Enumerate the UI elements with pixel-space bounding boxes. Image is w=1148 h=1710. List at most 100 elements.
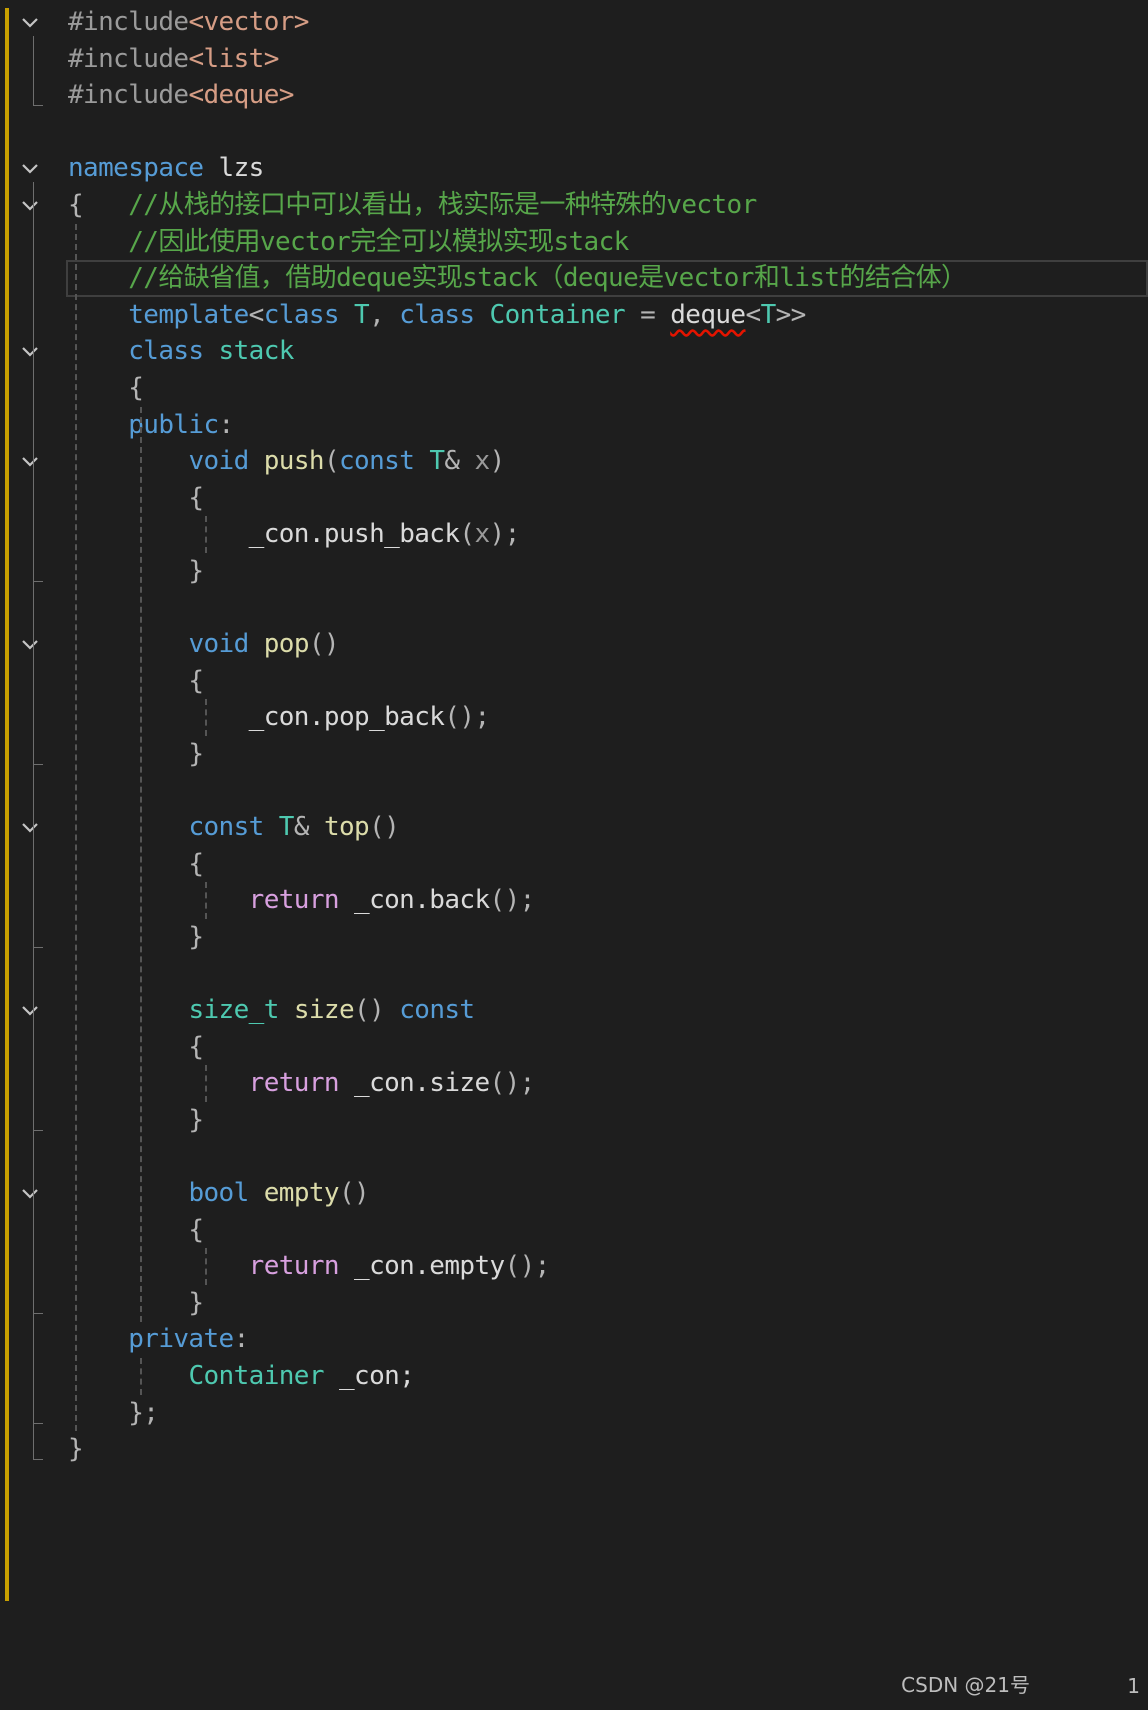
code-editor[interactable]: #include<vector> #include<list> #include<d… <box>0 0 1148 1710</box>
fold-chevron-icon[interactable] <box>20 1184 40 1204</box>
code-line[interactable]: { <box>68 846 1148 883</box>
code-token: { <box>68 665 204 696</box>
code-line[interactable] <box>68 114 1148 151</box>
code-line[interactable]: { <box>68 480 1148 517</box>
code-token: } <box>68 1434 84 1465</box>
code-token: } <box>68 1287 204 1318</box>
code-line[interactable]: Container _con; <box>68 1358 1148 1395</box>
code-line[interactable]: #include<deque> <box>68 77 1148 114</box>
fold-region-line <box>33 36 34 106</box>
code-line[interactable]: } <box>68 553 1148 590</box>
code-token: size <box>278 995 355 1026</box>
code-token: () <box>369 812 400 843</box>
code-token: ); <box>489 519 521 550</box>
code-area[interactable]: #include<vector> #include<list> #include<d… <box>66 4 1148 1468</box>
fold-chevron-icon[interactable] <box>20 452 40 472</box>
code-line[interactable]: #include<vector> <box>68 4 1148 41</box>
code-line[interactable]: { //从栈的接口中可以看出，栈实际是一种特殊的vector <box>68 187 1148 224</box>
code-token: deque <box>670 299 746 330</box>
code-line[interactable] <box>68 772 1148 809</box>
code-line[interactable]: void pop() <box>68 626 1148 663</box>
code-line[interactable]: return _con.empty(); <box>68 1248 1148 1285</box>
code-line[interactable]: } <box>68 1431 1148 1468</box>
code-token: >> <box>775 299 807 330</box>
code-token: #include <box>68 43 189 74</box>
fold-chevron-icon[interactable] <box>20 13 40 33</box>
status-number: 1 <box>1127 1674 1140 1698</box>
fold-region-end <box>33 1130 43 1131</box>
fold-region-line <box>33 841 34 947</box>
indent-guide <box>205 516 207 553</box>
indent-guide <box>205 882 207 919</box>
code-token: () <box>354 995 400 1026</box>
code-line[interactable]: template<class T, class Container = dequ… <box>68 297 1148 334</box>
code-line[interactable]: //因此使用vector完全可以模拟实现stack <box>68 224 1148 261</box>
code-token: //给缺省值，借助deque实现stack（deque是vector和list的… <box>68 263 967 294</box>
fold-chevron-icon[interactable] <box>20 635 40 655</box>
code-token: }; <box>68 1397 159 1428</box>
code-token: empty <box>248 1178 340 1208</box>
code-line[interactable]: return _con.back(); <box>68 882 1148 919</box>
code-line[interactable]: _con.pop_back(); <box>68 699 1148 736</box>
code-token: lzs <box>203 153 265 184</box>
code-token: return <box>248 1068 340 1099</box>
code-line[interactable]: }; <box>68 1395 1148 1432</box>
fold-chevron-icon[interactable] <box>20 196 40 216</box>
code-line[interactable]: { <box>68 1212 1148 1249</box>
code-token: < <box>745 299 762 330</box>
code-line[interactable]: return _con.size(); <box>68 1065 1148 1102</box>
code-line[interactable]: private: <box>68 1321 1148 1358</box>
code-token: _con.back <box>338 885 490 916</box>
code-token: (); <box>444 702 490 733</box>
code-token: ( <box>323 446 340 477</box>
fold-chevron-icon[interactable] <box>20 342 40 362</box>
code-line[interactable]: namespace lzs <box>68 150 1148 187</box>
code-line[interactable]: { <box>68 370 1148 407</box>
code-token: <vector> <box>188 7 309 37</box>
indent-guide <box>140 406 142 1322</box>
indent-guide <box>205 699 207 736</box>
fold-region-line <box>33 1207 34 1313</box>
code-line[interactable]: //给缺省值，借助deque实现stack（deque是vector和list的… <box>66 260 1148 297</box>
code-line[interactable]: #include<list> <box>68 41 1148 78</box>
code-token: #include <box>68 7 189 37</box>
fold-region-end <box>33 764 43 765</box>
code-line[interactable]: bool empty() <box>68 1175 1148 1212</box>
fold-chevron-icon[interactable] <box>20 1001 40 1021</box>
code-line[interactable] <box>68 590 1148 627</box>
code-line[interactable]: { <box>68 1029 1148 1066</box>
code-line[interactable]: const T& top() <box>68 809 1148 846</box>
fold-gutter <box>0 0 64 1640</box>
code-line[interactable]: size_t size() const <box>68 992 1148 1029</box>
code-line[interactable]: class stack <box>68 333 1148 370</box>
code-token: () <box>308 629 340 660</box>
code-token: size_t <box>188 995 279 1026</box>
code-line[interactable]: void push(const T& x) <box>68 443 1148 480</box>
fold-region-line <box>33 658 34 764</box>
code-line[interactable]: } <box>68 1285 1148 1322</box>
code-line[interactable]: } <box>68 1102 1148 1139</box>
code-line[interactable]: { <box>68 663 1148 700</box>
code-token: , <box>369 299 400 330</box>
code-line[interactable]: public: <box>68 407 1148 444</box>
code-line[interactable]: _con.push_back(x); <box>68 516 1148 553</box>
code-token: top <box>323 812 370 843</box>
fold-chevron-icon[interactable] <box>20 159 40 179</box>
code-token: #include <box>68 80 189 111</box>
code-token: class <box>128 336 204 367</box>
code-line[interactable]: } <box>68 736 1148 773</box>
fold-region-line <box>33 1024 34 1130</box>
code-line[interactable] <box>68 955 1148 992</box>
code-token: & <box>444 446 475 477</box>
code-token: T <box>414 446 445 477</box>
code-line[interactable]: } <box>68 919 1148 956</box>
code-line[interactable] <box>68 1138 1148 1175</box>
fold-chevron-icon[interactable] <box>20 818 40 838</box>
